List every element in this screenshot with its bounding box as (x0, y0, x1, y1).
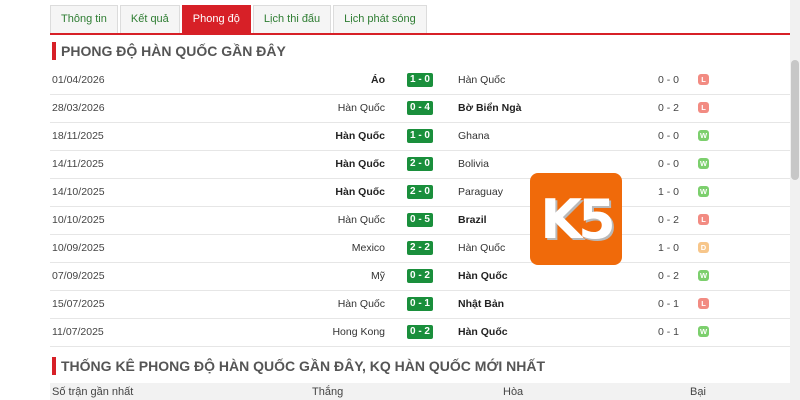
tab-bar: Thông tin Kết quả Phong độ Lịch thi đấu … (50, 5, 429, 34)
match-date: 18/11/2025 (52, 130, 104, 142)
away-team[interactable]: Bolivia (458, 151, 489, 178)
home-team[interactable]: Hàn Quốc (338, 95, 385, 122)
result-badge: W (698, 130, 709, 141)
home-team[interactable]: Hàn Quốc (335, 179, 385, 206)
half-time-score: 0 - 0 (658, 130, 680, 142)
half-time-score: 0 - 2 (658, 214, 680, 226)
result-badge: L (698, 298, 709, 309)
score-badge[interactable]: 0 - 5 (407, 213, 433, 227)
scroll-thumb[interactable] (791, 60, 799, 180)
home-team[interactable]: Hàn Quốc (335, 151, 385, 178)
half-time-score: 0 - 0 (658, 158, 680, 170)
stats-col-draws: Hòa (503, 386, 524, 398)
result-badge: L (698, 74, 709, 85)
logo-text: K5 (540, 187, 615, 251)
away-team[interactable]: Hàn Quốc (458, 67, 505, 94)
match-row[interactable]: 01/04/2026 Áo 1 - 0 Hàn Quốc 0 - 0 L (50, 67, 790, 95)
match-row[interactable]: 14/10/2025 Hàn Quốc 2 - 0 Paraguay 1 - 0 W (50, 179, 790, 207)
home-team[interactable]: Mỹ (371, 263, 385, 290)
home-team[interactable]: Mexico (352, 235, 385, 262)
score-badge[interactable]: 0 - 1 (407, 297, 433, 311)
match-row[interactable]: 07/09/2025 Mỹ 0 - 2 Hàn Quốc 0 - 2 W (50, 263, 790, 291)
half-time-score: 0 - 2 (658, 102, 680, 114)
result-badge: W (698, 270, 709, 281)
match-date: 10/09/2025 (52, 242, 105, 254)
stats-col-matches: Số trận gần nhất (52, 386, 134, 398)
tab-form[interactable]: Phong độ (181, 5, 251, 33)
away-team[interactable]: Hàn Quốc (458, 319, 508, 346)
score-badge[interactable]: 2 - 0 (407, 185, 433, 199)
tab-underline (50, 33, 790, 35)
half-time-score: 0 - 1 (658, 298, 680, 310)
score-badge[interactable]: 2 - 2 (407, 241, 433, 255)
half-time-score: 0 - 0 (658, 74, 680, 86)
score-badge[interactable]: 2 - 0 (407, 157, 433, 171)
match-date: 14/10/2025 (52, 186, 105, 198)
match-row[interactable]: 10/10/2025 Hàn Quốc 0 - 5 Brazil 0 - 2 L (50, 207, 790, 235)
match-date: 15/07/2025 (52, 298, 105, 310)
away-team[interactable]: Nhật Bản (458, 291, 504, 318)
half-time-score: 0 - 1 (658, 326, 680, 338)
match-date: 07/09/2025 (52, 270, 105, 282)
half-time-score: 1 - 0 (658, 186, 680, 198)
match-date: 10/10/2025 (52, 214, 105, 226)
tab-broadcast[interactable]: Lịch phát sóng (333, 5, 427, 33)
result-badge: W (698, 158, 709, 169)
match-row[interactable]: 28/03/2026 Hàn Quốc 0 - 4 Bờ Biển Ngà 0 - 2 L (50, 95, 790, 123)
score-badge[interactable]: 0 - 2 (407, 325, 433, 339)
score-badge[interactable]: 0 - 2 (407, 269, 433, 283)
score-badge[interactable]: 1 - 0 (407, 73, 433, 87)
home-team[interactable]: Hàn Quốc (338, 291, 385, 318)
away-team[interactable]: Hàn Quốc (458, 263, 508, 290)
result-badge: L (698, 214, 709, 225)
match-date: 01/04/2026 (52, 74, 105, 86)
half-time-score: 0 - 2 (658, 270, 680, 282)
away-team[interactable]: Bờ Biển Ngà (458, 95, 521, 122)
home-team[interactable]: Hàn Quốc (335, 123, 385, 150)
result-badge: D (698, 242, 709, 253)
page-scrollbar[interactable] (790, 0, 800, 400)
match-date: 11/07/2025 (52, 326, 104, 338)
match-row[interactable]: 18/11/2025 Hàn Quốc 1 - 0 Ghana 0 - 0 W (50, 123, 790, 151)
match-row[interactable]: 14/11/2025 Hàn Quốc 2 - 0 Bolivia 0 - 0 W (50, 151, 790, 179)
k5-logo: K5 (530, 173, 622, 265)
match-row[interactable]: 15/07/2025 Hàn Quốc 0 - 1 Nhật Bản 0 - 1 L (50, 291, 790, 319)
stats-table-header: Số trận gần nhất Thắng Hòa Bại (50, 383, 790, 400)
away-team[interactable]: Paraguay (458, 179, 503, 206)
stats-col-losses: Bại (690, 386, 706, 398)
section-title-recent-form: PHONG ĐỘ HÀN QUỐC GẦN ĐÂY (52, 42, 286, 60)
away-team[interactable]: Brazil (458, 207, 487, 234)
home-team[interactable]: Áo (371, 67, 385, 94)
match-row[interactable]: 11/07/2025 Hong Kong 0 - 2 Hàn Quốc 0 - 1 W (50, 319, 790, 347)
score-badge[interactable]: 0 - 4 (407, 101, 433, 115)
away-team[interactable]: Ghana (458, 123, 490, 150)
stats-col-wins: Thắng (312, 386, 344, 398)
result-badge: W (698, 186, 709, 197)
score-badge[interactable]: 1 - 0 (407, 129, 433, 143)
away-team[interactable]: Hàn Quốc (458, 235, 505, 262)
section-title-stats: THỐNG KÊ PHONG ĐỘ HÀN QUỐC GẦN ĐÂY, KQ H… (52, 357, 545, 375)
match-row[interactable]: 10/09/2025 Mexico 2 - 2 Hàn Quốc 1 - 0 D (50, 235, 790, 263)
match-date: 28/03/2026 (52, 102, 105, 114)
tab-results[interactable]: Kết quả (119, 5, 180, 33)
half-time-score: 1 - 0 (658, 242, 680, 254)
result-badge: W (698, 326, 709, 337)
match-date: 14/11/2025 (52, 158, 104, 170)
home-team[interactable]: Hàn Quốc (338, 207, 385, 234)
match-list: 01/04/2026 Áo 1 - 0 Hàn Quốc 0 - 0 L 28/03/202… (50, 67, 790, 347)
home-team[interactable]: Hong Kong (332, 319, 385, 346)
tab-fixtures[interactable]: Lịch thi đấu (252, 5, 332, 33)
tab-info[interactable]: Thông tin (50, 5, 118, 33)
result-badge: L (698, 102, 709, 113)
